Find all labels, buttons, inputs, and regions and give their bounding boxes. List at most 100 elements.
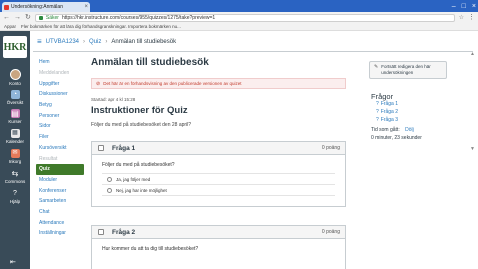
global-nav-help[interactable]: ? Hjälp — [0, 189, 30, 204]
course-nav-item[interactable]: Resultat — [36, 153, 84, 164]
course-nav-item[interactable]: Chat — [36, 207, 84, 218]
global-nav-account[interactable]: Konto — [0, 69, 30, 86]
question-title: Fråga 1 — [112, 144, 136, 152]
bookmark-apps[interactable]: Appar — [4, 24, 16, 29]
time-elapsed-label: Tid som gått: — [371, 127, 400, 133]
course-nav-item-active[interactable]: Quiz — [36, 163, 84, 175]
reload-icon[interactable]: ↻ — [25, 14, 31, 21]
global-nav-label: Konto — [9, 81, 21, 86]
warning-text: Det här är en förhandsvisning av den pub… — [103, 81, 242, 86]
question-card: Fråga 2 0 poäng Hur kommer du att ta dig… — [91, 225, 346, 269]
question-text: Hur kommer du att ta dig till studiebesö… — [102, 246, 199, 252]
question-points: 0 poäng — [321, 229, 340, 235]
answer-text: Ja, jag följer med — [116, 176, 151, 182]
close-window-icon[interactable]: × — [472, 3, 476, 10]
scroll-up-icon[interactable]: ▲ — [470, 51, 475, 57]
keep-editing-label: Fortsätt redigera den här undersökningen — [381, 64, 431, 75]
course-nav-item[interactable]: Moduler — [36, 175, 84, 186]
calendar-icon: ▦ — [10, 129, 20, 138]
breadcrumb-separator-icon: › — [83, 39, 86, 45]
radio-button[interactable] — [107, 187, 112, 193]
course-nav-item[interactable]: Hem — [36, 57, 84, 68]
global-nav-courses[interactable]: ▤ Kurser — [0, 109, 30, 124]
browser-tab[interactable]: Undersökning:Anmälan × — [2, 2, 90, 12]
question-link-label: Fråga 1 — [380, 101, 399, 107]
breadcrumb-course[interactable]: UTVBA1234 — [46, 39, 79, 45]
back-icon[interactable]: ← — [3, 14, 10, 21]
radio-button[interactable] — [107, 176, 112, 182]
collapse-nav-icon[interactable]: ⇤ — [10, 258, 16, 266]
hkr-logo[interactable]: HKR — [3, 36, 27, 58]
question-spacer — [102, 196, 335, 206]
course-nav-item[interactable]: Sidor — [36, 121, 84, 132]
course-nav-item[interactable]: Meddelanden — [36, 68, 84, 79]
global-nav-inbox[interactable]: ✉ Inkorg — [0, 149, 30, 164]
secure-label: Säker — [45, 14, 59, 21]
minimize-icon[interactable]: – — [452, 3, 456, 10]
flag-question-icon[interactable] — [98, 229, 104, 235]
question-link[interactable]: ? Fråga 1 — [376, 101, 398, 107]
course-nav-item[interactable]: Kursöversikt — [36, 143, 84, 154]
tab-close-icon[interactable]: × — [84, 4, 88, 10]
question-link-label: Fråga 3 — [380, 117, 399, 123]
time-elapsed-row: Tid som gått: Dölj — [371, 127, 414, 133]
global-nav-calendar[interactable]: ▦ Kalender — [0, 129, 30, 144]
menu-icon[interactable]: ⋮ — [468, 14, 475, 21]
course-nav: Hem Meddelanden Uppgifter Diskussioner B… — [36, 57, 84, 239]
breadcrumb: ≡ UTVBA1234 › Quiz › Anmälan till studie… — [37, 38, 176, 46]
global-nav-label: Kurser — [8, 119, 22, 124]
header-divider — [33, 51, 473, 52]
scroll-marker-icon[interactable]: ▼ — [470, 146, 475, 152]
question-card: Fråga 1 0 poäng Följer du med på studieb… — [91, 141, 346, 207]
forward-icon[interactable]: → — [14, 14, 21, 21]
flag-question-icon[interactable] — [98, 145, 104, 151]
course-nav-item[interactable]: Filer — [36, 132, 84, 143]
course-nav-item[interactable]: Attendance — [36, 217, 84, 228]
question-mark-icon: ? — [376, 109, 379, 115]
answer-option[interactable]: Nej, jag har inte möjlighet — [102, 185, 335, 196]
global-nav: HKR Konto ◔ Översikt ▤ Kurser ▦ Kalender… — [0, 31, 30, 269]
global-nav-label: Hjälp — [9, 199, 21, 204]
global-nav-commons[interactable]: ⇆ Commons — [0, 169, 30, 184]
quiz-main: Anmälan till studiebesök ⊘ Det här är en… — [91, 57, 346, 269]
url-text[interactable]: https://hkr.instructure.com/courses/955/… — [62, 15, 215, 21]
maximize-icon[interactable]: □ — [462, 3, 466, 10]
hide-time-link[interactable]: Dölj — [405, 127, 414, 133]
question-header: Fråga 1 0 poäng — [92, 142, 345, 155]
address-bar[interactable]: Säker https://hkr.instructure.com/course… — [34, 13, 455, 22]
course-nav-item[interactable]: Konferenser — [36, 185, 84, 196]
tab-title: Undersökning:Anmälan — [11, 4, 63, 10]
course-nav-item[interactable]: Personer — [36, 110, 84, 121]
bookmark-star-icon[interactable]: ☆ — [459, 14, 464, 21]
favicon-icon — [4, 4, 9, 10]
started-time: Startad: apr 4 kl 15:28 — [91, 97, 136, 102]
breadcrumb-current: Anmälan till studiebesök — [111, 39, 177, 45]
course-nav-item[interactable]: Inställningar — [36, 228, 84, 239]
page-title: Anmälan till studiebesök — [91, 57, 209, 68]
keep-editing-button[interactable]: ✎ Fortsätt redigera den här undersökning… — [369, 61, 447, 79]
question-mark-icon: ? — [376, 101, 379, 107]
course-nav-item[interactable]: Samarbeten — [36, 196, 84, 207]
course-nav-item[interactable]: Uppgifter — [36, 78, 84, 89]
answer-option[interactable]: Ja, jag följer med — [102, 174, 335, 185]
preview-warning: ⊘ Det här är en förhandsvisning av den p… — [91, 78, 346, 89]
answer-list: Ja, jag följer med Nej, jag har inte möj… — [102, 173, 335, 196]
global-nav-label: Commons — [4, 179, 26, 184]
question-points: 0 poäng — [321, 145, 340, 151]
question-text: Följer du med på studiebesöket? — [102, 162, 175, 168]
page-scrollbar[interactable]: ▲ ▼ — [470, 51, 476, 269]
course-nav-item[interactable]: Diskussioner — [36, 89, 84, 100]
global-nav-dashboard[interactable]: ◔ Översikt — [0, 90, 30, 105]
global-nav-label: Översikt — [6, 100, 24, 105]
question-body: Följer du med på studiebesöket? Ja, jag … — [92, 155, 345, 206]
hamburger-icon[interactable]: ≡ — [37, 38, 42, 46]
breadcrumb-section[interactable]: Quiz — [89, 39, 101, 45]
address-bar-row: ← → ↻ Säker https://hkr.instructure.com/… — [0, 12, 478, 23]
question-link[interactable]: ? Fråga 3 — [376, 117, 398, 123]
commons-icon: ⇆ — [11, 169, 19, 178]
time-elapsed-value: 0 minuter, 23 sekunder — [371, 135, 422, 141]
question-link-label: Fråga 2 — [380, 109, 399, 115]
bookmark-import-hint[interactable]: Fler bokmärken för att lära dig förhands… — [21, 24, 181, 29]
question-link[interactable]: ? Fråga 2 — [376, 109, 398, 115]
course-nav-item[interactable]: Betyg — [36, 100, 84, 111]
